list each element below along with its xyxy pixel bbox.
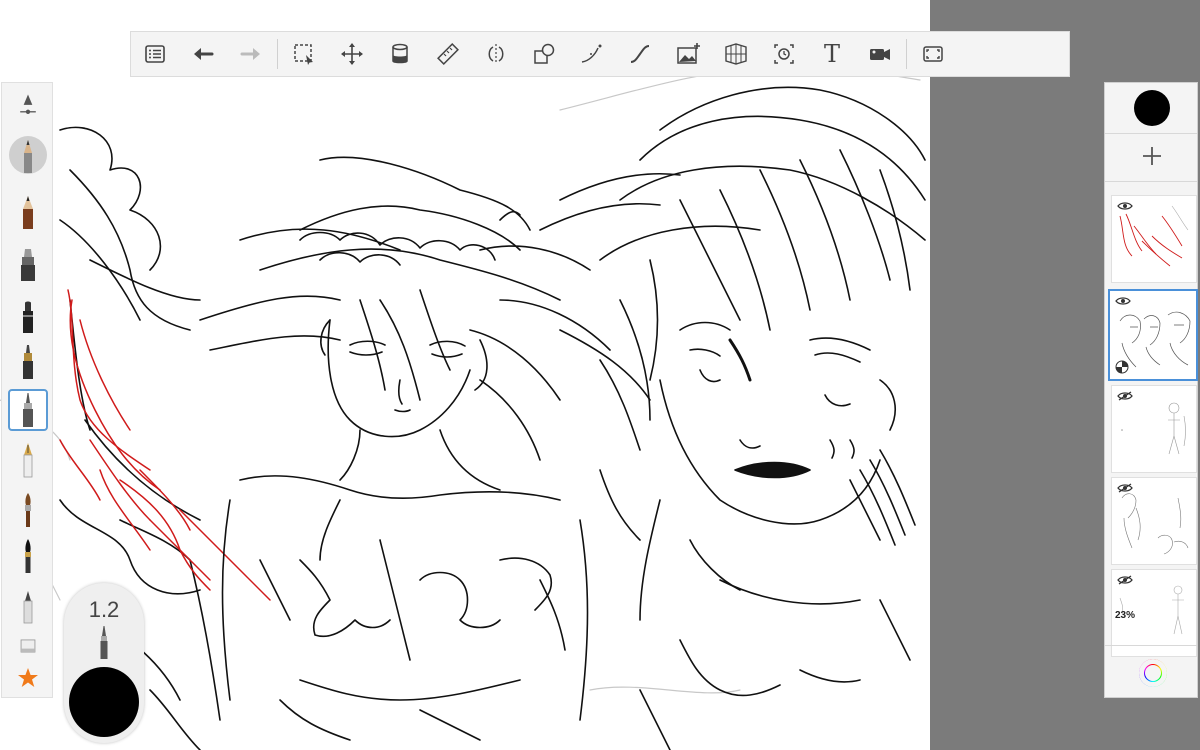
ruler-button[interactable] [424, 32, 472, 76]
text-button[interactable]: T [808, 32, 856, 76]
symmetry-button[interactable] [472, 32, 520, 76]
main-toolbar: T [130, 31, 1070, 77]
brush-calligraphy[interactable] [8, 535, 48, 577]
selection-icon [294, 44, 313, 65]
brush-marker[interactable] [8, 243, 48, 285]
calligraphy-brush-icon [25, 539, 31, 573]
fullscreen-icon [923, 46, 943, 62]
symmetry-icon [488, 44, 504, 64]
paint-brush-icon [25, 493, 31, 527]
brush-paint[interactable] [8, 489, 48, 531]
import-image-button[interactable] [664, 32, 712, 76]
fill-button[interactable] [376, 32, 424, 76]
stroke-icon [630, 45, 650, 63]
transform-button[interactable] [328, 32, 376, 76]
record-icon [870, 49, 890, 60]
favorites-button[interactable] [8, 663, 48, 693]
brush-pencil[interactable] [8, 135, 48, 177]
layer-faint-figure[interactable]: 23% [1111, 569, 1197, 657]
brush-settings-icon [20, 94, 36, 114]
star-icon [18, 668, 38, 687]
pencil-hb-icon [23, 196, 33, 229]
layer-red-sketch[interactable] [1111, 195, 1197, 283]
airbrush-icon [23, 591, 33, 624]
eye-icon[interactable] [1117, 201, 1133, 211]
layer-figure-sketch[interactable] [1111, 385, 1197, 473]
import-image-icon [677, 43, 700, 64]
marker-icon [21, 249, 35, 281]
brush-ink-pen[interactable] [8, 341, 48, 383]
eraser-icon [20, 639, 36, 653]
brush-airbrush[interactable] [8, 585, 48, 627]
color-wheel-icon[interactable] [1139, 659, 1167, 687]
brush-technical-pen[interactable] [8, 389, 48, 431]
perspective-icon [725, 43, 747, 65]
color-wheel-center [1145, 665, 1161, 681]
eye-hidden-icon[interactable] [1117, 575, 1133, 585]
redo-button[interactable] [227, 32, 275, 76]
fullscreen-button[interactable] [909, 32, 957, 76]
perspective-button[interactable] [712, 32, 760, 76]
shapes-icon [534, 43, 555, 64]
redo-icon [240, 48, 260, 60]
transform-icon [341, 43, 363, 65]
eye-hidden-icon[interactable] [1117, 483, 1133, 493]
record-button[interactable] [856, 32, 904, 76]
brush-palette-toggle[interactable] [8, 89, 48, 119]
shapes-button[interactable] [520, 32, 568, 76]
text-icon: T [823, 40, 840, 68]
brush-pencil-hb[interactable] [8, 191, 48, 233]
undo-button[interactable] [179, 32, 227, 76]
technical-pen-icon [23, 393, 33, 427]
layer-main-lineart[interactable] [1108, 289, 1198, 381]
brush-palette [1, 82, 53, 698]
panel-divider [1105, 133, 1197, 134]
layers-panel: 23% [1104, 82, 1198, 698]
time-lapse-button[interactable] [760, 32, 808, 76]
add-layer-icon[interactable] [1141, 145, 1163, 167]
technical-pen-icon [100, 626, 108, 659]
toolbar-divider [277, 39, 278, 69]
brush-eraser[interactable] [8, 631, 48, 661]
panel-divider [1105, 181, 1197, 182]
layer-menu-icon [145, 45, 165, 63]
undo-icon [194, 48, 214, 60]
layer-menu-button[interactable] [131, 32, 179, 76]
fill-icon [392, 43, 408, 64]
layer-rough-figures[interactable] [1111, 477, 1197, 565]
brush-size-value: 1.2 [88, 597, 120, 622]
curve-icon [581, 44, 602, 63]
brush-fountain-pen[interactable] [8, 439, 48, 481]
time-lapse-icon [774, 44, 794, 64]
toolbar-divider [906, 39, 907, 69]
blend-mode-icon[interactable] [1115, 360, 1129, 374]
curve-button[interactable] [568, 32, 616, 76]
panel-divider [1105, 645, 1197, 646]
current-color-swatch[interactable] [1134, 90, 1170, 126]
fountain-pen-icon [23, 443, 33, 478]
felt-tip-icon [23, 301, 33, 333]
ruler-icon [437, 43, 459, 65]
eye-hidden-icon[interactable] [1117, 391, 1133, 401]
eye-icon[interactable] [1115, 296, 1131, 306]
selection-button[interactable] [280, 32, 328, 76]
ink-pen-icon [23, 345, 33, 379]
color-puck[interactable] [69, 667, 139, 737]
pencil-icon [24, 140, 32, 173]
stroke-button[interactable] [616, 32, 664, 76]
brush-felt-tip[interactable] [8, 295, 48, 337]
layer-opacity-label: 23% [1115, 610, 1136, 621]
